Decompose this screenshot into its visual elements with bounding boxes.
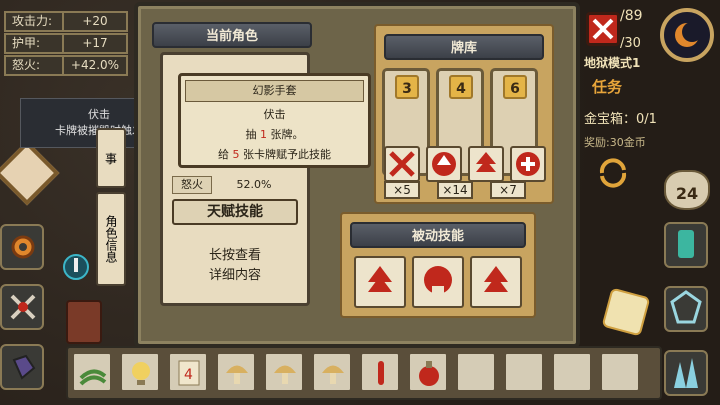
mushroom-icon bbox=[322, 365, 344, 384]
passive-skill-2[interactable] bbox=[412, 256, 464, 308]
book-icon[interactable] bbox=[66, 300, 102, 344]
slot-herb[interactable] bbox=[72, 352, 112, 392]
svg-text:4: 4 bbox=[184, 367, 193, 383]
refresh-icon[interactable] bbox=[596, 156, 630, 190]
scroll-icon: 4 bbox=[178, 360, 200, 386]
glove-icon bbox=[12, 354, 36, 380]
chest-progress: 金宝箱：0/1 bbox=[584, 112, 657, 127]
upgrade-card-icon-2[interactable] bbox=[468, 146, 504, 182]
deck-header: 牌库 bbox=[384, 34, 544, 60]
upgrade-card-icon[interactable] bbox=[426, 146, 462, 182]
tab-character-info[interactable]: 角色信息 bbox=[96, 192, 126, 286]
reward-text: 奖励:30金币 bbox=[584, 136, 646, 149]
shield-text: /30 bbox=[620, 36, 641, 51]
gloves-line-1: 抽 1 张牌。 bbox=[245, 128, 304, 141]
count-2: ×14 bbox=[437, 181, 473, 199]
gloves-name: 幻影手套 bbox=[185, 80, 364, 102]
ice-crystal-icon bbox=[674, 358, 698, 388]
weapon-button[interactable] bbox=[0, 284, 44, 330]
hp-text: /89 bbox=[620, 8, 643, 24]
slot-potion[interactable] bbox=[408, 352, 448, 392]
hint-line-2: 详细内容 bbox=[208, 268, 261, 283]
slot-scroll[interactable]: 4 bbox=[168, 352, 208, 392]
lightbulb-icon bbox=[132, 362, 150, 385]
count-1: ×5 bbox=[384, 181, 420, 199]
gear-icon bbox=[11, 235, 35, 259]
slot-mushroom-2[interactable] bbox=[264, 352, 304, 392]
destroy-card-icon[interactable] bbox=[384, 146, 420, 182]
passive-skill-3[interactable] bbox=[470, 256, 522, 308]
thermometer-icon[interactable] bbox=[62, 252, 90, 282]
ice-button[interactable] bbox=[664, 350, 708, 396]
moon-icon bbox=[675, 22, 702, 47]
slot-empty-4[interactable] bbox=[600, 352, 640, 392]
vial-icon bbox=[378, 361, 384, 385]
crystal-icon bbox=[670, 290, 702, 324]
passive-skill-1[interactable] bbox=[354, 256, 406, 308]
current-character-header: 当前角色 bbox=[152, 22, 312, 48]
gear-button[interactable] bbox=[0, 224, 44, 270]
slot-vial[interactable] bbox=[360, 352, 400, 392]
talent-skills-button[interactable]: 天赋技能 bbox=[172, 199, 298, 225]
stat-fury: 怒火: +42.0% bbox=[4, 55, 128, 76]
hint-line-1: 长按查看 bbox=[208, 248, 261, 263]
crystal-button[interactable] bbox=[664, 286, 708, 332]
herb-icon bbox=[79, 369, 107, 386]
task-title[interactable]: 任务 bbox=[592, 76, 622, 97]
heal-card-icon[interactable] bbox=[510, 146, 546, 182]
stat-attack: 攻击力: +20 bbox=[4, 11, 128, 32]
fury-label: 怒火 bbox=[172, 176, 212, 194]
close-icon bbox=[592, 18, 614, 40]
crossed-swords-icon bbox=[10, 294, 36, 320]
potion-icon bbox=[419, 361, 439, 386]
avatar[interactable] bbox=[660, 8, 714, 62]
stat-armor: 护甲: +17 bbox=[4, 33, 128, 54]
fury-value: 52.0% bbox=[236, 178, 272, 191]
mushroom-icon bbox=[226, 365, 248, 384]
slot-empty-1[interactable] bbox=[456, 352, 496, 392]
tab-events[interactable]: 事 bbox=[96, 128, 126, 188]
mushroom-icon bbox=[274, 365, 296, 384]
rune-icon bbox=[678, 230, 694, 258]
slot-empty-3[interactable] bbox=[552, 352, 592, 392]
slot-mushroom-1[interactable] bbox=[216, 352, 256, 392]
slot-empty-2[interactable] bbox=[504, 352, 544, 392]
phantom-gloves-tooltip: 幻影手套 伏击 抽 1 张牌。 给 5 张卡牌赋予此技能 bbox=[178, 73, 371, 168]
mode-text: 地狱模式1 bbox=[584, 56, 641, 70]
slot-lightbulb[interactable] bbox=[120, 352, 160, 392]
rune-button[interactable] bbox=[664, 222, 708, 268]
glove-button[interactable] bbox=[0, 344, 44, 390]
close-button[interactable] bbox=[586, 12, 620, 46]
slot-mushroom-3[interactable] bbox=[312, 352, 352, 392]
gold-bag[interactable]: 24 bbox=[664, 170, 710, 210]
gloves-line-2: 给 5 张卡牌赋予此技能 bbox=[218, 148, 331, 161]
passive-skills-header: 被动技能 bbox=[350, 222, 526, 248]
count-3: ×7 bbox=[490, 181, 526, 199]
gloves-skill: 伏击 bbox=[263, 108, 286, 121]
